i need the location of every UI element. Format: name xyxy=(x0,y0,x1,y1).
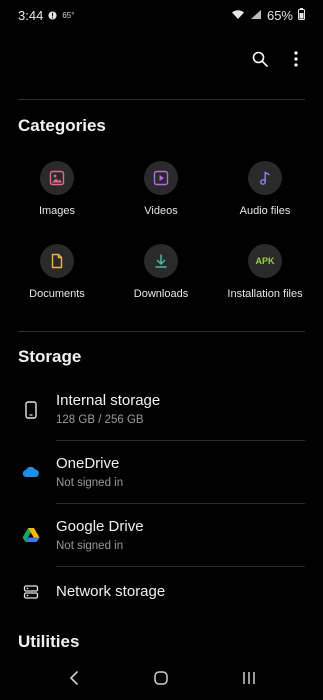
category-label: Images xyxy=(38,205,76,217)
home-icon[interactable] xyxy=(146,663,176,693)
status-left: 3:44 65° xyxy=(18,8,74,23)
category-images[interactable]: Images xyxy=(3,161,111,217)
category-label: Downloads xyxy=(133,288,189,300)
storage-item-onedrive[interactable]: OneDrive Not signed in xyxy=(0,443,323,505)
storage-title: Storage xyxy=(18,347,82,366)
categories-divider xyxy=(18,331,305,332)
category-label: Videos xyxy=(144,205,178,217)
row-divider xyxy=(56,566,305,567)
status-bar: 3:44 65° 65% xyxy=(0,0,323,30)
storage-item-subtitle: Not signed in xyxy=(56,540,124,552)
category-label: Audio files xyxy=(239,205,291,217)
recents-icon[interactable] xyxy=(234,663,264,693)
storage-item-subtitle: 128 GB / 256 GB xyxy=(56,414,144,426)
status-battery: 65% xyxy=(266,7,293,23)
google-drive-icon xyxy=(20,524,42,546)
row-divider xyxy=(56,440,305,441)
status-right: 65% xyxy=(231,7,305,23)
more-options-icon[interactable] xyxy=(287,50,305,68)
videos-icon xyxy=(144,161,178,195)
back-icon[interactable] xyxy=(59,663,89,693)
status-temperature: 65° xyxy=(62,10,75,20)
documents-icon xyxy=(40,244,74,278)
alert-icon xyxy=(48,8,57,23)
audio-icon xyxy=(248,161,282,195)
navigation-bar xyxy=(0,656,323,700)
category-downloads[interactable]: Downloads xyxy=(107,244,215,300)
category-documents[interactable]: Documents xyxy=(3,244,111,300)
onedrive-icon xyxy=(20,461,42,483)
category-installation-files[interactable]: APK Installation files xyxy=(211,244,319,300)
apk-icon-text: APK xyxy=(255,256,275,266)
storage-item-title: Network storage xyxy=(56,583,166,600)
apk-icon: APK xyxy=(248,244,282,278)
categories-title: Categories xyxy=(18,116,106,135)
category-videos[interactable]: Videos xyxy=(107,161,215,217)
signal-icon xyxy=(250,8,262,23)
storage-item-subtitle: Not signed in xyxy=(56,477,124,489)
storage-item-title: Google Drive xyxy=(56,518,144,535)
search-icon[interactable] xyxy=(251,50,269,68)
storage-item-google-drive[interactable]: Google Drive Not signed in xyxy=(0,506,323,568)
category-audio-files[interactable]: Audio files xyxy=(211,161,319,217)
wifi-icon xyxy=(231,8,245,23)
storage-item-title: Internal storage xyxy=(56,392,161,409)
status-time: 3:44 xyxy=(18,7,44,23)
battery-icon xyxy=(298,7,305,23)
storage-item-title: OneDrive xyxy=(56,455,120,472)
downloads-icon xyxy=(144,244,178,278)
storage-item-network[interactable]: Network storage xyxy=(0,569,323,631)
top-divider xyxy=(18,99,305,100)
images-icon xyxy=(40,161,74,195)
category-label: Documents xyxy=(29,288,85,300)
network-storage-icon xyxy=(20,581,42,603)
storage-item-internal[interactable]: Internal storage 128 GB / 256 GB xyxy=(0,380,323,442)
row-divider xyxy=(56,503,305,504)
phone-icon xyxy=(20,399,42,421)
category-label: Installation files xyxy=(227,288,303,300)
utilities-title: Utilities xyxy=(18,632,80,651)
top-toolbar xyxy=(251,50,305,68)
